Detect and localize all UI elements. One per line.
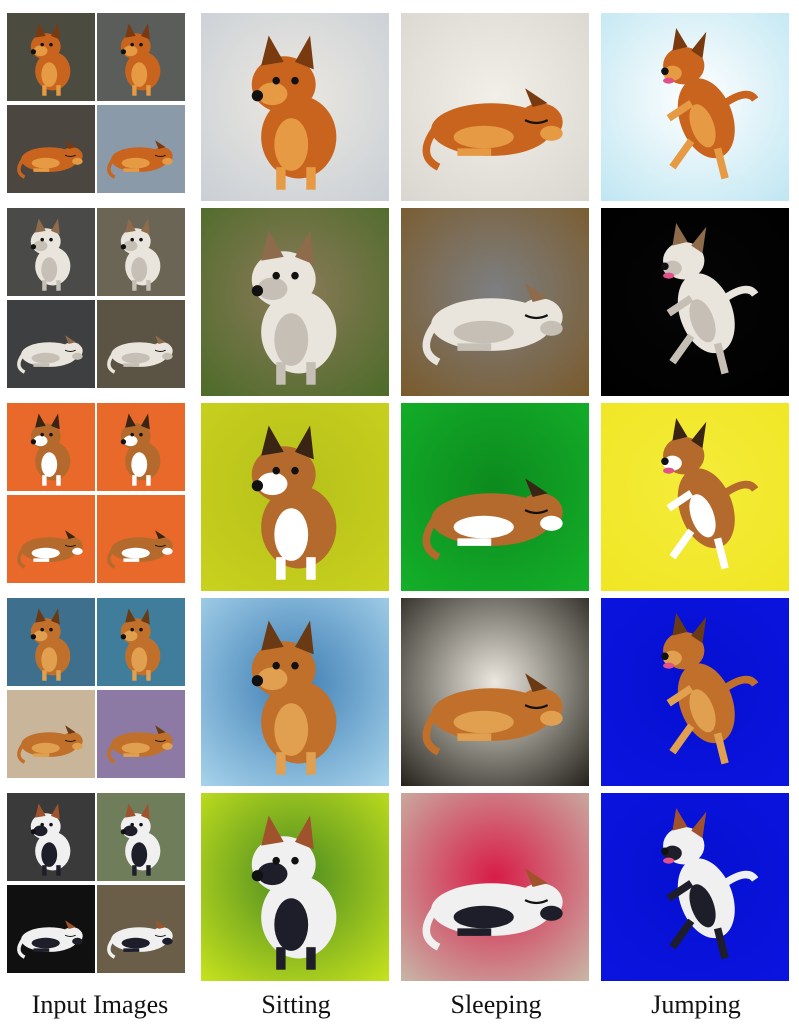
input-photo bbox=[7, 885, 95, 973]
input-images-white-terrier bbox=[7, 208, 186, 388]
jumping-result-border-collie bbox=[601, 793, 789, 981]
input-images-border-collie bbox=[7, 793, 186, 973]
input-images-chow-chow bbox=[7, 13, 186, 193]
input-photo bbox=[7, 690, 95, 778]
sleeping-result-white-terrier bbox=[401, 208, 589, 396]
input-photo bbox=[7, 13, 95, 101]
sitting-result-corgi bbox=[201, 403, 389, 591]
sleeping-result-corgi bbox=[401, 403, 589, 591]
jumping-result-corgi bbox=[601, 403, 789, 591]
input-images-corgi bbox=[7, 403, 186, 583]
input-photo bbox=[7, 793, 95, 881]
sitting-result-chow-chow bbox=[201, 13, 389, 201]
input-photo bbox=[7, 403, 95, 491]
figure-grid bbox=[0, 0, 799, 1026]
input-photo bbox=[97, 885, 185, 973]
input-photo bbox=[97, 300, 185, 388]
sleeping-result-golden-retriever bbox=[401, 598, 589, 786]
input-photo bbox=[97, 598, 185, 686]
sitting-result-border-collie bbox=[201, 793, 389, 981]
input-photo bbox=[97, 495, 185, 583]
input-images-golden-retriever bbox=[7, 598, 186, 778]
caption-sitting: Sitting bbox=[261, 990, 331, 1019]
sleeping-result-border-collie bbox=[401, 793, 589, 981]
input-photo bbox=[7, 598, 95, 686]
input-photo bbox=[97, 208, 185, 296]
input-photo bbox=[97, 105, 185, 193]
input-photo bbox=[97, 403, 185, 491]
input-photo bbox=[7, 208, 95, 296]
sitting-result-golden-retriever bbox=[201, 598, 389, 786]
caption-jumping: Jumping bbox=[651, 990, 741, 1019]
jumping-result-white-terrier bbox=[601, 208, 789, 396]
input-photo bbox=[97, 793, 185, 881]
caption-sleeping: Sleeping bbox=[450, 990, 542, 1019]
input-photo bbox=[97, 13, 185, 101]
jumping-result-golden-retriever bbox=[601, 598, 789, 786]
jumping-result-chow-chow bbox=[601, 13, 789, 201]
input-photo bbox=[7, 300, 95, 388]
input-photo bbox=[7, 495, 95, 583]
sleeping-result-chow-chow bbox=[401, 13, 589, 201]
input-photo bbox=[97, 690, 185, 778]
sitting-result-white-terrier bbox=[201, 208, 389, 396]
input-photo bbox=[7, 105, 95, 193]
caption-input-images: Input Images bbox=[31, 990, 169, 1019]
